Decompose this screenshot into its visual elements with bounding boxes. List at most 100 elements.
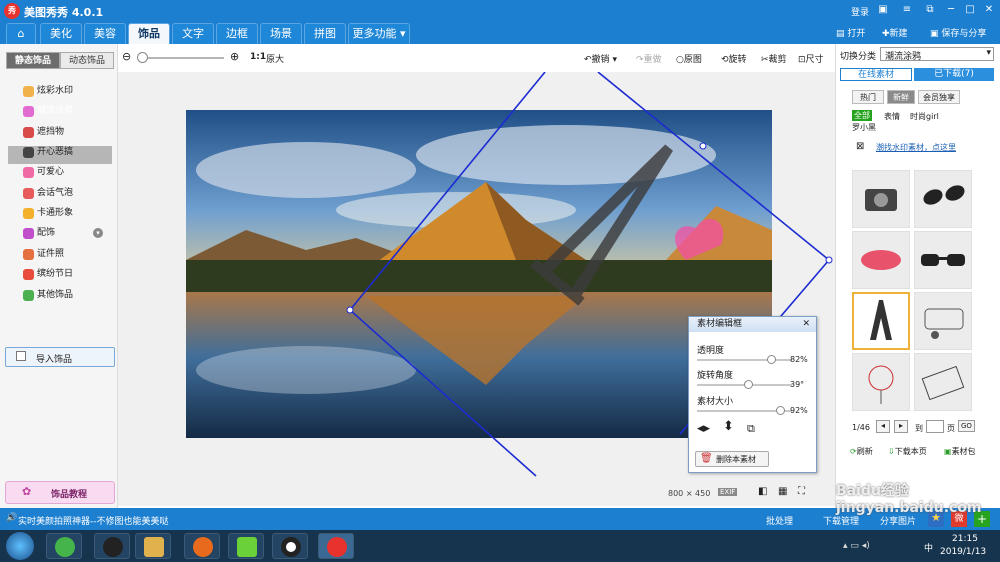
original-image-button[interactable]: ○原图 (676, 52, 702, 65)
category-item[interactable]: 会话气泡 (23, 184, 73, 202)
skin-icon[interactable]: ▣ (874, 3, 892, 17)
zoom-in-icon[interactable]: ⊕ (230, 50, 239, 63)
ime-indicator[interactable]: 中 (924, 541, 933, 554)
category-item[interactable]: 潮流涂鸦 (23, 102, 73, 120)
taskbar-app[interactable] (135, 533, 171, 559)
material-music-doodle[interactable] (914, 292, 972, 350)
taskbar-app[interactable] (94, 533, 130, 559)
chip-vip[interactable]: 会员独享 (918, 90, 960, 104)
watermark-link[interactable]: 潮找水印素材，点这里 (876, 142, 956, 153)
new-button[interactable]: ✚新建 (882, 26, 908, 39)
category-item[interactable]: 可爱心 (23, 163, 64, 181)
material-balloon[interactable] (852, 353, 910, 411)
copy-icon[interactable]: ⧉ (747, 422, 755, 436)
refresh-button[interactable]: ⟳刷新 (850, 446, 873, 457)
tab-text[interactable]: 文字 (172, 23, 214, 44)
maximize-icon[interactable]: □ (961, 3, 979, 17)
open-button[interactable]: ▤ 打开 (836, 26, 865, 39)
category-item[interactable]: 其他饰品 (23, 286, 73, 304)
opacity-slider-knob[interactable] (766, 355, 776, 364)
filter-emoji[interactable]: 表情 (884, 111, 900, 122)
category-item[interactable]: 炫彩水印 (23, 82, 73, 100)
material-sunglasses[interactable] (914, 170, 972, 228)
exif-button[interactable]: EXIF (718, 488, 738, 496)
start-button[interactable] (6, 532, 34, 560)
tab-beautify[interactable]: 美化 (40, 23, 82, 44)
status-tip[interactable]: 实时美颜拍照神器--不修图也能美美哒 (18, 514, 169, 527)
tab-static-accessories[interactable]: 静态饰品 (6, 52, 60, 69)
tab-collage[interactable]: 拼图 (304, 23, 346, 44)
material-camera[interactable] (852, 170, 910, 228)
close-icon[interactable]: ✕ (802, 317, 810, 332)
filter-luoxiaohei[interactable]: 罗小黑 (852, 122, 876, 133)
tab-more[interactable]: 更多功能 ▾ (348, 23, 410, 44)
chip-hot[interactable]: 热门 (852, 90, 884, 104)
import-accessory-button[interactable]: 导入饰品 (5, 347, 115, 367)
batch-button[interactable]: 批处理 (766, 514, 793, 527)
tutorial-button[interactable]: ✿ 饰品教程 (5, 481, 115, 504)
grid-icon[interactable]: ▦ (778, 486, 787, 497)
zoom-slider-knob[interactable] (137, 52, 148, 63)
tab-downloaded[interactable]: 已下载(7) (914, 68, 994, 81)
category-item[interactable]: 证件照 (23, 245, 64, 263)
chip-new[interactable]: 新鲜 (887, 90, 915, 104)
tab-online-materials[interactable]: 在线素材 (840, 68, 912, 81)
material-keyboard[interactable] (914, 353, 972, 411)
rotate-button[interactable]: ⟲旋转 (721, 52, 747, 65)
filter-all[interactable]: 全部 (852, 110, 872, 121)
restore-icon[interactable]: ⧉ (921, 3, 939, 17)
close-icon[interactable]: ✕ (980, 3, 998, 17)
taskbar-app[interactable] (46, 533, 82, 559)
tab-accessories[interactable]: 饰品 (128, 23, 170, 44)
opacity-slider[interactable] (697, 359, 792, 361)
resize-button[interactable]: ⊡尺寸 (798, 52, 824, 65)
tab-dynamic-accessories[interactable]: 动态饰品 (60, 52, 114, 69)
crop-button[interactable]: ✂裁剪 (761, 52, 787, 65)
category-item[interactable]: 遮挡物 (23, 123, 64, 141)
resize-handle[interactable] (346, 306, 354, 314)
taskbar-app[interactable] (184, 533, 220, 559)
zoom-ratio-button[interactable]: 1:1 (250, 52, 266, 62)
redo-button[interactable]: ↷重做 (636, 52, 662, 65)
expand-icon[interactable]: ▾ (93, 228, 103, 238)
fullscreen-icon[interactable]: ⛶ (798, 486, 805, 497)
save-share-button[interactable]: ▣ 保存与分享 (930, 26, 986, 39)
filter-fashion[interactable]: 时尚girl (910, 111, 939, 122)
category-item[interactable]: 卡通形象 (23, 204, 73, 222)
category-item[interactable]: 配饰 (23, 224, 55, 242)
category-item[interactable]: 开心恶搞 (23, 143, 73, 161)
minimize-icon[interactable]: ─ (942, 3, 960, 17)
zoom-slider[interactable] (142, 57, 224, 59)
resize-handle[interactable] (825, 256, 833, 264)
material-lips[interactable] (852, 231, 910, 289)
taskbar-app[interactable] (228, 533, 264, 559)
zoom-out-icon[interactable]: ⊖ (122, 50, 131, 63)
material-pack-button[interactable]: ▣素材包 (944, 446, 976, 457)
category-item[interactable]: 缤纷节日 (23, 265, 73, 283)
delete-material-button[interactable]: 🗑 删除本素材 (695, 451, 769, 467)
size-slider-knob[interactable] (775, 406, 785, 415)
download-page-button[interactable]: ⇩下载本页 (888, 446, 927, 457)
menu-icon[interactable]: ≡ (898, 3, 916, 17)
tray-icons[interactable]: ▴ ▭ ◂) (843, 541, 870, 551)
tab-frame[interactable]: 边框 (216, 23, 258, 44)
tab-face[interactable]: 美容 (84, 23, 126, 44)
compare-icon[interactable]: ◧ (758, 486, 767, 497)
page-input[interactable] (926, 420, 944, 433)
category-select[interactable]: 潮流涂鸦 ▾ (880, 47, 994, 62)
tab-scene[interactable]: 场景 (260, 23, 302, 44)
home-tab[interactable]: ⌂ (6, 23, 36, 44)
material-eiffel-tower[interactable] (852, 292, 910, 350)
rotation-slider-knob[interactable] (744, 380, 753, 389)
flip-horizontal-icon[interactable]: ◂▸ (697, 421, 710, 436)
resize-handle[interactable] (699, 142, 707, 150)
material-glasses[interactable] (914, 231, 972, 289)
original-size-button[interactable]: 原大 (266, 52, 284, 65)
undo-button[interactable]: ↶撤销 ▾ (584, 52, 617, 65)
next-page-button[interactable]: ▸ (894, 420, 908, 433)
login-link[interactable]: 登录 (851, 5, 869, 18)
prev-page-button[interactable]: ◂ (876, 420, 890, 433)
flip-vertical-icon[interactable]: ⬍ (723, 419, 734, 434)
taskbar-app-meitu[interactable] (318, 533, 354, 559)
go-button[interactable]: GO (958, 420, 975, 432)
